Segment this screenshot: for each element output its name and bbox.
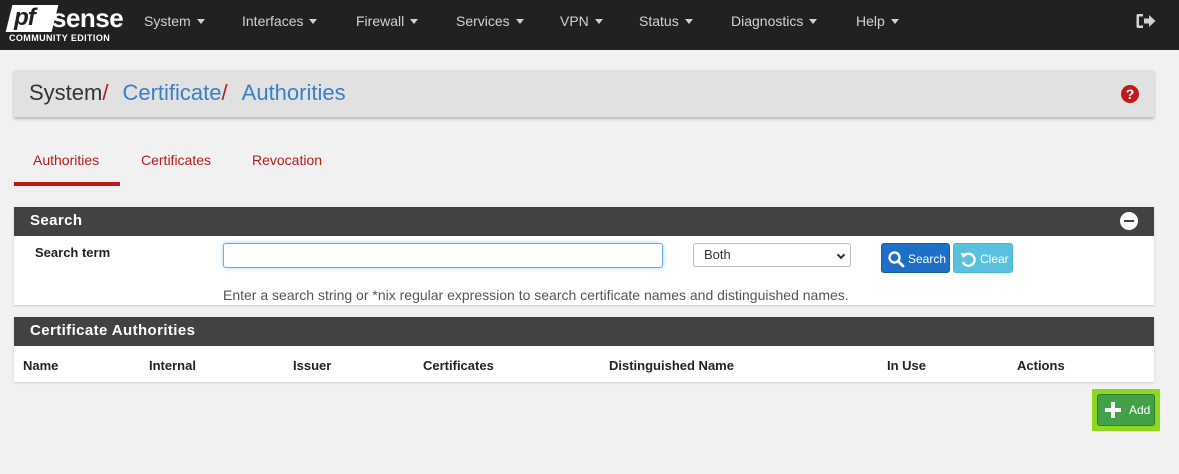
nav-menu-interfaces[interactable]: Interfaces bbox=[242, 0, 318, 50]
chevron-down-icon bbox=[836, 250, 846, 260]
ca-table-header-row: Name Internal Issuer Certificates Distin… bbox=[14, 346, 1154, 382]
logo-sense-text: sense bbox=[52, 3, 124, 33]
plus-icon bbox=[1105, 402, 1121, 418]
tab-revocation[interactable]: Revocation bbox=[252, 152, 322, 168]
nav-menu-vpn[interactable]: VPN bbox=[560, 0, 603, 50]
chevron-down-icon bbox=[594, 18, 603, 24]
search-panel: Search Search term Both Search Clear Ent… bbox=[14, 207, 1154, 305]
active-tab-indicator bbox=[14, 182, 120, 186]
tab-authorities[interactable]: Authorities bbox=[33, 152, 99, 168]
breadcrumb: System/Certificate/Authorities bbox=[29, 80, 346, 106]
top-navbar: pf sense COMMUNITY EDITION System Interf… bbox=[0, 0, 1179, 50]
breadcrumb-authorities-link[interactable]: Authorities bbox=[242, 80, 346, 105]
chevron-down-icon bbox=[809, 18, 818, 24]
chevron-down-icon bbox=[515, 18, 524, 24]
column-header-certificates[interactable]: Certificates bbox=[423, 358, 494, 373]
chevron-down-icon bbox=[410, 18, 419, 24]
column-header-actions: Actions bbox=[1017, 358, 1065, 373]
chevron-down-icon bbox=[890, 18, 899, 24]
pfsense-logo[interactable]: pf sense COMMUNITY EDITION bbox=[5, 3, 124, 45]
chevron-down-icon bbox=[684, 18, 693, 24]
search-input[interactable] bbox=[223, 243, 663, 268]
nav-menu-help[interactable]: Help bbox=[856, 0, 899, 50]
undo-icon bbox=[960, 252, 976, 267]
chevron-down-icon bbox=[196, 18, 205, 24]
nav-menu-firewall[interactable]: Firewall bbox=[356, 0, 419, 50]
help-icon[interactable]: ? bbox=[1121, 85, 1139, 103]
search-scope-select[interactable]: Both bbox=[693, 243, 851, 267]
breadcrumb-separator: / bbox=[221, 80, 228, 105]
add-button[interactable]: Add bbox=[1097, 394, 1155, 426]
search-panel-heading: Search bbox=[14, 207, 1154, 236]
nav-menu-diagnostics[interactable]: Diagnostics bbox=[731, 0, 818, 50]
column-header-issuer[interactable]: Issuer bbox=[293, 358, 331, 373]
search-scope-value: Both bbox=[704, 247, 731, 262]
logo-edition-text: COMMUNITY EDITION bbox=[9, 33, 111, 43]
clear-button-label: Clear bbox=[980, 252, 1009, 266]
search-help-text: Enter a search string or *nix regular ex… bbox=[223, 287, 849, 303]
nav-menu-status[interactable]: Status bbox=[639, 0, 693, 50]
column-header-internal[interactable]: Internal bbox=[149, 358, 196, 373]
column-header-distinguished-name[interactable]: Distinguished Name bbox=[609, 358, 734, 373]
logo-pf-text: pf bbox=[14, 4, 35, 31]
breadcrumb-separator: / bbox=[102, 80, 109, 105]
search-button[interactable]: Search bbox=[881, 243, 950, 273]
search-panel-body: Search term Both Search Clear Enter a se… bbox=[14, 236, 1154, 305]
search-icon bbox=[888, 251, 905, 268]
clear-button[interactable]: Clear bbox=[953, 243, 1013, 273]
breadcrumb-system: System bbox=[29, 80, 103, 105]
search-button-label: Search bbox=[908, 252, 947, 266]
nav-menu-services[interactable]: Services bbox=[456, 0, 524, 50]
certificate-authorities-panel: Certificate Authorities Name Internal Is… bbox=[14, 317, 1154, 382]
chevron-down-icon bbox=[309, 18, 318, 24]
search-term-label: Search term bbox=[35, 245, 111, 260]
logout-icon[interactable] bbox=[1136, 13, 1156, 29]
breadcrumb-panel: System/Certificate/Authorities ? bbox=[14, 70, 1154, 117]
ca-panel-title: Certificate Authorities bbox=[30, 322, 196, 339]
collapse-icon[interactable] bbox=[1120, 212, 1138, 230]
ca-panel-heading: Certificate Authorities bbox=[14, 317, 1154, 346]
column-header-name[interactable]: Name bbox=[23, 358, 58, 373]
tab-certificates[interactable]: Certificates bbox=[141, 152, 211, 168]
search-panel-title: Search bbox=[30, 212, 83, 229]
column-header-in-use[interactable]: In Use bbox=[887, 358, 926, 373]
nav-menu-system[interactable]: System bbox=[144, 0, 205, 50]
breadcrumb-certificate-link[interactable]: Certificate bbox=[122, 80, 221, 105]
add-button-label: Add bbox=[1129, 403, 1151, 417]
